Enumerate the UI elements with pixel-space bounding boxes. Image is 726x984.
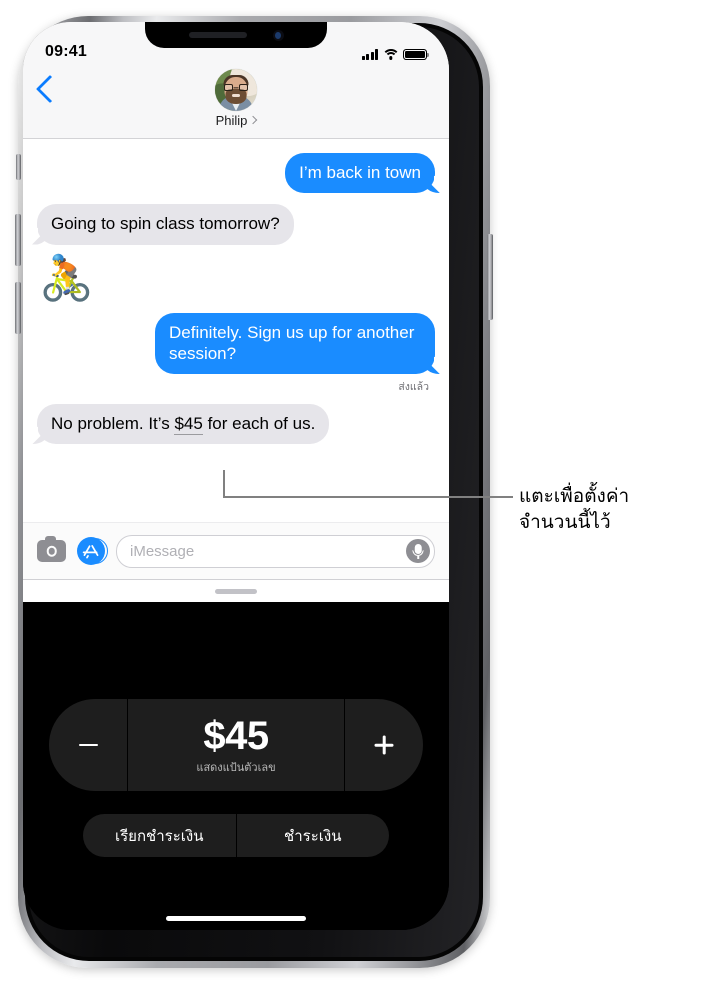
- app-store-icon[interactable]: [77, 537, 105, 565]
- power-button[interactable]: [487, 234, 493, 320]
- callout-line-2: จำนวนนี้ไว้: [519, 512, 611, 534]
- pay-action-buttons: เรียกชำระเงิน ชำระเงิน: [83, 814, 389, 857]
- message-row: 🚴: [37, 254, 435, 303]
- request-payment-button[interactable]: เรียกชำระเงิน: [83, 814, 237, 857]
- status-bar-indicators: [361, 48, 430, 63]
- message-row: Going to spin class tomorrow?: [30, 204, 435, 245]
- battery-full-icon: [403, 48, 430, 60]
- home-indicator[interactable]: [166, 916, 306, 921]
- message-row: I’m back in town: [37, 153, 442, 194]
- callout-annotation: แตะเพื่อตั้งค่า จำนวนนี้ไว้: [519, 484, 719, 536]
- volume-down-button[interactable]: [15, 282, 21, 334]
- message-bubble-outgoing[interactable]: I’m back in town: [285, 153, 442, 194]
- plus-icon: [375, 736, 394, 755]
- camera-icon[interactable]: [37, 535, 66, 562]
- message-row: No problem. It’s $45 for each of us.: [29, 404, 435, 445]
- message-input-field[interactable]: iMessage: [116, 534, 435, 568]
- message-bubble-incoming-amount[interactable]: No problem. It’s $45 for each of us.: [29, 404, 330, 445]
- callout-line-1: แตะเพื่อตั้งค่า: [519, 486, 630, 507]
- message-input-bar: iMessage: [23, 522, 449, 579]
- mute-switch[interactable]: [16, 154, 21, 180]
- volume-up-button[interactable]: [15, 214, 21, 266]
- phone-screen: 09:41 Philip I’m back in town Going to s…: [23, 22, 449, 930]
- show-number-pad-label: แสดงแป้นตัวเลข: [196, 762, 276, 774]
- cellular-signal-icon: [361, 49, 378, 60]
- minus-icon: [78, 743, 98, 747]
- wifi-icon: [381, 49, 400, 60]
- back-chevron-icon[interactable]: [35, 74, 65, 104]
- contact-header[interactable]: Philip: [215, 69, 258, 128]
- avatar[interactable]: [215, 69, 257, 111]
- apple-pay-panel: $45 แสดงแป้นตัวเลข เรียกชำระเงิน ชำระเงิ…: [23, 602, 449, 930]
- cyclist-emoji[interactable]: 🚴: [39, 254, 94, 303]
- chevron-right-icon: [249, 115, 258, 125]
- pay-button[interactable]: ชำระเงิน: [236, 814, 389, 857]
- message-text-after: for each of us.: [202, 414, 316, 434]
- amount-display-button[interactable]: $45 แสดงแป้นตัวเลข: [127, 699, 345, 791]
- message-text-before: No problem. It’s: [51, 414, 175, 434]
- status-bar-time: 09:41: [45, 43, 87, 60]
- amount-stepper: $45 แสดงแป้นตัวเลข: [49, 699, 423, 791]
- message-row: Definitely. Sign us up for another sessi…: [37, 312, 442, 375]
- navigation-bar: Philip: [23, 65, 449, 139]
- speaker-grille-icon: [188, 32, 247, 38]
- drawer-grabber[interactable]: [215, 588, 257, 594]
- microphone-icon[interactable]: [406, 539, 430, 563]
- conversation-thread[interactable]: I’m back in town Going to spin class tom…: [23, 139, 449, 522]
- decrease-amount-button[interactable]: [49, 699, 127, 791]
- delivery-status: ส่งแล้ว: [398, 381, 429, 394]
- increase-amount-button[interactable]: [345, 699, 423, 791]
- contact-name-row[interactable]: Philip: [215, 113, 258, 128]
- app-drawer-handle[interactable]: [23, 579, 449, 602]
- message-bubble-incoming[interactable]: Going to spin class tomorrow?: [30, 204, 294, 245]
- notch: [145, 22, 327, 48]
- message-bubble-outgoing[interactable]: Definitely. Sign us up for another sessi…: [155, 312, 442, 375]
- detected-amount-link[interactable]: $45: [174, 414, 203, 436]
- messages-app: 09:41 Philip I’m back in town Going to s…: [23, 22, 449, 602]
- pay-amount: $45: [203, 714, 269, 758]
- contact-name: Philip: [215, 113, 248, 128]
- front-camera-icon: [272, 29, 284, 41]
- message-input-placeholder: iMessage: [130, 542, 195, 560]
